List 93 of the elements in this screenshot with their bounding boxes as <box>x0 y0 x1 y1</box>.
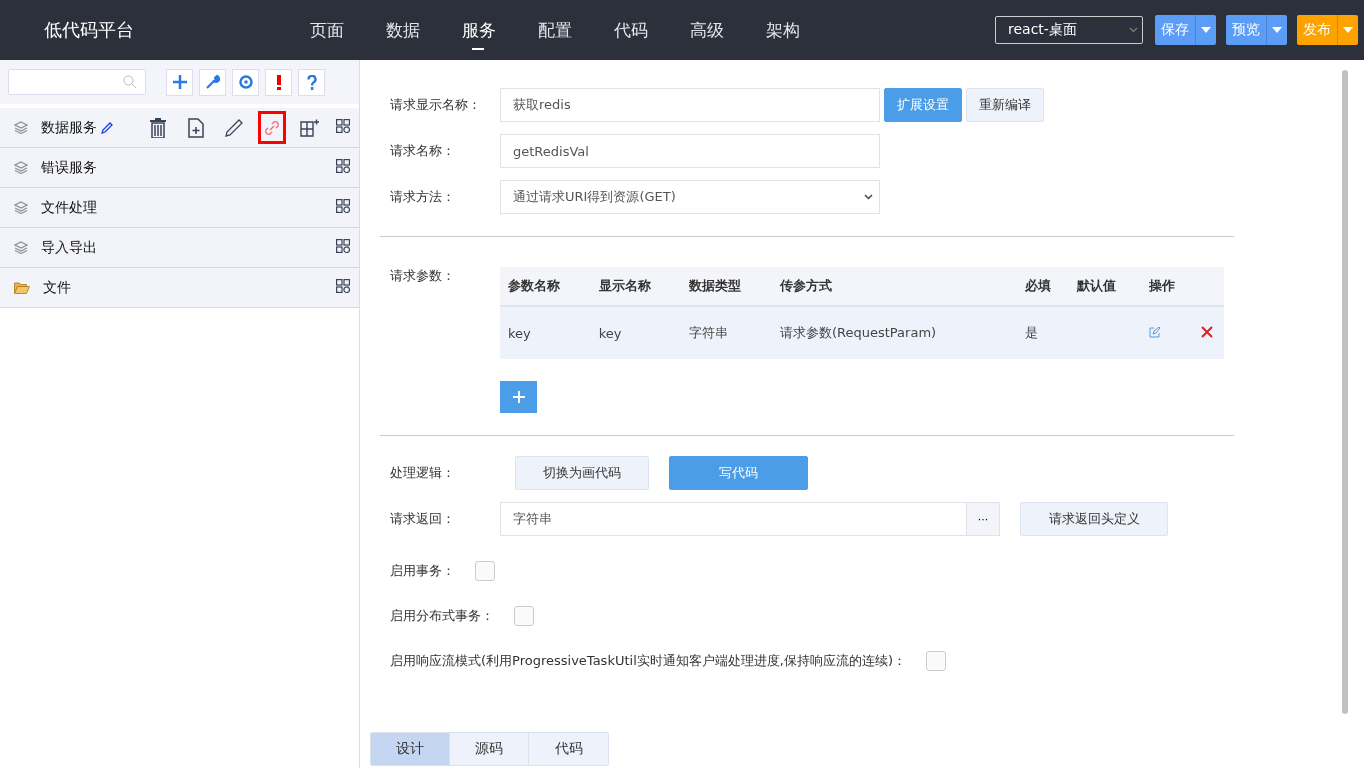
caret-icon <box>1343 27 1353 33</box>
nav-tab[interactable]: 数据 <box>386 0 462 60</box>
column-header: 传参方式 <box>771 267 1018 306</box>
pencil-icon[interactable] <box>101 121 113 134</box>
view-tab[interactable]: 源码 <box>450 733 529 765</box>
nav-tab[interactable]: 服务 <box>462 0 538 60</box>
new-file-icon <box>188 117 204 138</box>
grid-icon[interactable] <box>336 279 350 293</box>
service-item[interactable]: 文件 <box>0 268 359 308</box>
more-button[interactable]: ··· <box>966 502 1000 536</box>
table-cell: key <box>590 306 682 359</box>
table-cell: 是 <box>1017 306 1070 359</box>
form-button[interactable]: 重新编译 <box>966 88 1044 122</box>
add-grid-icon <box>300 118 320 137</box>
caret-icon <box>1201 27 1211 33</box>
toolbar-button[interactable] <box>265 68 292 96</box>
field-label: 处理逻辑： <box>390 464 456 482</box>
column-header: 参数名称 <box>500 267 591 306</box>
target-icon <box>238 75 253 89</box>
field-label: 请求显示名称： <box>390 96 482 114</box>
service-item[interactable]: 导入导出 <box>0 228 359 268</box>
trash-icon <box>150 117 166 138</box>
pencil-icon <box>224 117 244 138</box>
table-cell: key <box>500 306 591 359</box>
form-button[interactable]: 请求返回头定义 <box>1020 502 1168 536</box>
grid-icon[interactable] <box>336 159 350 173</box>
input-field[interactable]: 获取redis <box>500 88 880 122</box>
column-header: 必填 <box>1017 267 1070 306</box>
toolbar-button[interactable] <box>166 68 193 96</box>
add-param-button[interactable] <box>500 381 537 413</box>
wrench-icon <box>205 75 220 89</box>
search-icon <box>123 75 137 89</box>
link-icon <box>263 118 281 137</box>
nav-tab[interactable]: 架构 <box>766 0 842 60</box>
field-label: 请求参数： <box>390 267 456 285</box>
app-logo: 低代码平台 <box>44 18 135 42</box>
nav-tab[interactable]: 代码 <box>614 0 690 60</box>
field-label: 请求返回： <box>390 510 456 528</box>
field-label: 启用分布式事务： <box>390 606 494 625</box>
checkbox[interactable] <box>475 560 495 581</box>
toolbar-button[interactable] <box>298 68 325 96</box>
view-tab[interactable]: 代码 <box>529 733 608 765</box>
table-cell: 字符串 <box>681 306 772 359</box>
field-label: 启用响应流模式(利用ProgressiveTaskUtil实时通知客户端处理进度,保持响应流的连续)： <box>390 651 906 670</box>
grid-icon[interactable] <box>336 199 350 213</box>
service-item[interactable]: 错误服务 <box>0 148 359 188</box>
nav-tab[interactable]: 配置 <box>538 0 614 60</box>
input-field[interactable]: getRedisVal <box>500 134 880 168</box>
field-label: 请求方法： <box>390 188 456 206</box>
item-label: 导入导出 <box>41 238 97 257</box>
layers-icon <box>14 161 28 174</box>
delete-icon[interactable] <box>1200 325 1213 338</box>
alert-icon <box>275 74 282 90</box>
grid-icon[interactable] <box>336 119 350 133</box>
toolbar-button[interactable] <box>199 68 226 96</box>
item-label: 错误服务 <box>41 158 97 177</box>
mode-button[interactable]: 切换为画代码 <box>515 456 649 490</box>
scrollbar[interactable] <box>1342 70 1348 714</box>
layers-icon <box>14 121 28 134</box>
nav-tab[interactable]: 页面 <box>310 0 386 60</box>
search-field[interactable] <box>8 69 146 95</box>
toolbar-button[interactable] <box>232 68 259 96</box>
layers-icon <box>14 241 28 254</box>
service-item[interactable]: 文件处理 <box>0 188 359 228</box>
grid-icon[interactable] <box>336 239 350 253</box>
input-field[interactable]: 字符串 <box>500 502 966 536</box>
field-label: 请求名称： <box>390 142 456 160</box>
layers-icon <box>14 201 28 214</box>
project-select[interactable]: react-桌面 <box>995 16 1143 44</box>
column-header: 操作 <box>1140 267 1193 306</box>
highlighted-action[interactable] <box>258 111 286 144</box>
table-cell: 请求参数(RequestParam) <box>771 306 1018 359</box>
checkbox[interactable] <box>925 650 946 671</box>
caret-icon <box>1272 27 1282 33</box>
view-tab[interactable]: 设计 <box>371 733 450 765</box>
item-label: 数据服务 <box>41 118 97 137</box>
method-select[interactable]: 通过请求URI得到资源(GET) <box>500 180 880 214</box>
field-label: 启用事务： <box>390 561 455 580</box>
service-item[interactable]: 数据服务 <box>0 108 359 148</box>
chevron-icon <box>1129 27 1138 33</box>
edit-icon[interactable] <box>1148 326 1160 338</box>
item-label: 文件 <box>43 278 71 297</box>
add-icon <box>512 391 525 403</box>
item-label: 文件处理 <box>41 198 97 217</box>
help-icon <box>306 74 317 90</box>
checkbox[interactable] <box>514 605 534 626</box>
folder-icon <box>14 281 30 294</box>
add-icon <box>172 75 187 89</box>
column-header: 默认值 <box>1069 267 1141 306</box>
column-header: 显示名称 <box>590 267 682 306</box>
nav-tab[interactable]: 高级 <box>690 0 766 60</box>
column-header: 数据类型 <box>681 267 772 306</box>
chevron-icon <box>864 194 873 200</box>
